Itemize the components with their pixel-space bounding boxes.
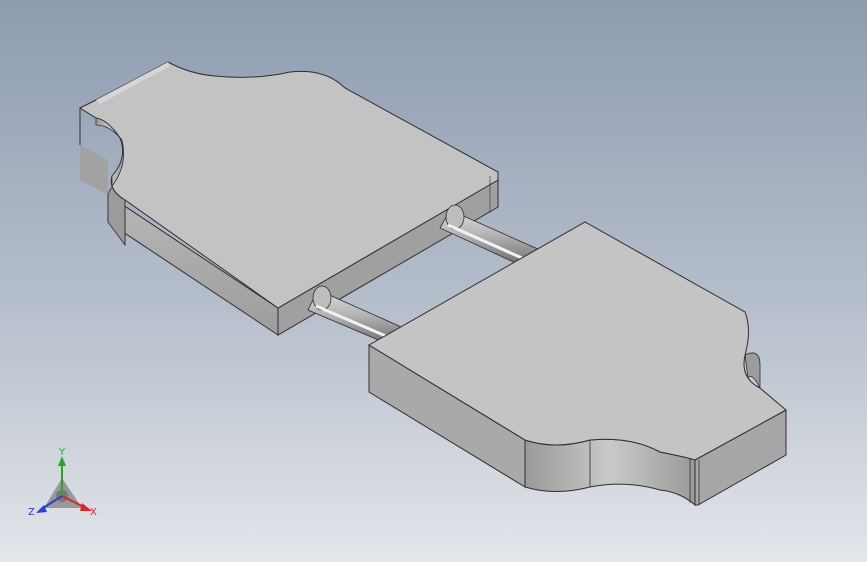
model-scene[interactable]: Y X Z <box>0 0 867 562</box>
right-plate[interactable] <box>368 221 787 507</box>
triad-x-label: X <box>90 507 97 518</box>
triad-z-label: Z <box>28 507 35 518</box>
left-plate[interactable] <box>78 61 499 336</box>
orientation-triad[interactable]: Y X Z <box>28 447 97 518</box>
graphics-viewport[interactable]: Y X Z <box>0 0 867 562</box>
left-plate-top-face[interactable] <box>78 61 499 309</box>
triad-y-label: Y <box>58 447 66 458</box>
